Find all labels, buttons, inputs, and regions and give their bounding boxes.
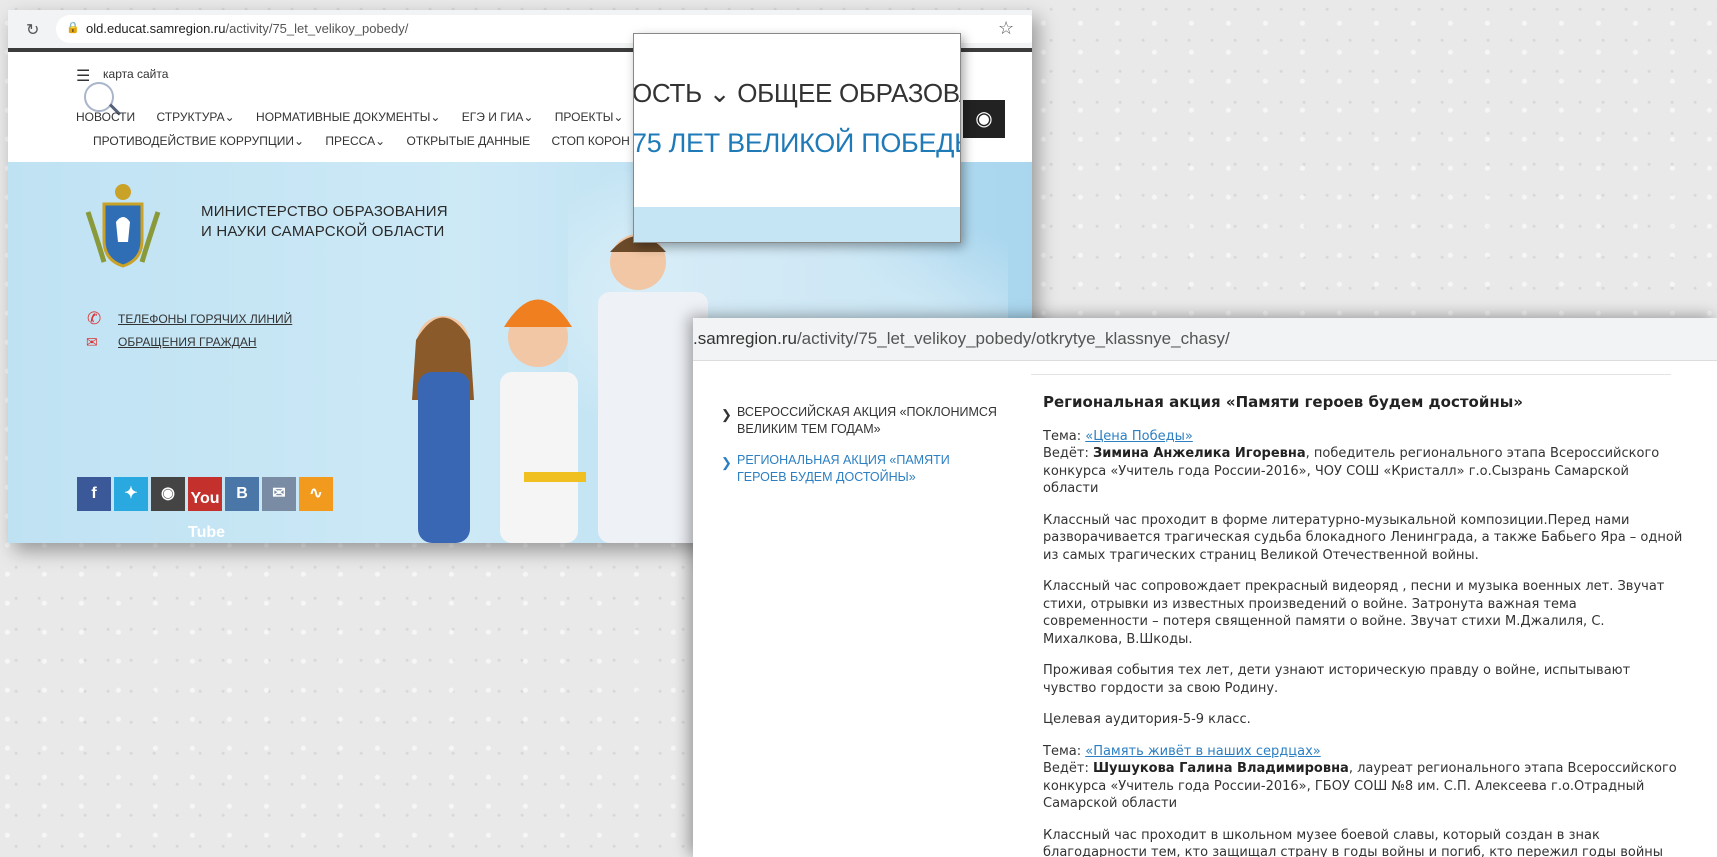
sidebar-menu: ❯ ВСЕРОССИЙСКАЯ АКЦИЯ «ПОКЛОНИМСЯ ВЕЛИКИ… bbox=[721, 404, 1001, 500]
paragraph: Классный час сопровождает прекрасный вид… bbox=[1043, 579, 1665, 647]
email-icon[interactable]: ✉ bbox=[262, 477, 296, 511]
nav-item-projects[interactable]: ПРОЕКТЫ⌄ bbox=[555, 110, 624, 124]
zoom-callout: ОСТЬ ⌄ ОБЩЕЕ ОБРАЗОВА 75 ЛЕТ ВЕЛИКОЙ ПОБ… bbox=[633, 33, 961, 243]
topic-block-1: Тема: «Цена Победы» Ведёт: Зимина Анжели… bbox=[1043, 428, 1660, 497]
address-bar-url[interactable]: .samregion.ru/activity/75_let_velikoy_po… bbox=[693, 329, 1230, 349]
twitter-icon[interactable]: ✦ bbox=[114, 477, 148, 511]
zoom-nav-text: ОСТЬ ⌄ ОБЩЕЕ ОБРАЗОВА bbox=[633, 78, 961, 108]
main-nav-row-1: НОВОСТИ СТРУКТУРА⌄ НОРМАТИВНЫЕ ДОКУМЕНТЫ… bbox=[76, 110, 641, 124]
accessibility-eye-icon[interactable]: ◉ bbox=[963, 100, 1005, 138]
lock-icon: 🔒 bbox=[66, 22, 80, 34]
coat-of-arms-icon bbox=[85, 184, 161, 268]
chevron-right-icon: ❯ bbox=[721, 455, 732, 470]
cursor-magnifier-icon bbox=[84, 82, 114, 112]
social-links: f ✦ ◉ You Tube B ✉ ∿ bbox=[77, 477, 333, 541]
nav-item-news[interactable]: НОВОСТИ bbox=[76, 110, 135, 124]
youtube-icon[interactable]: You Tube bbox=[188, 477, 225, 541]
sitemap-link[interactable]: карта сайта bbox=[103, 67, 168, 81]
paragraph: Классный час проходит в форме литературн… bbox=[1043, 512, 1683, 563]
divider bbox=[1031, 374, 1671, 375]
address-bar-url[interactable]: old.educat.samregion.ru/activity/75_let_… bbox=[86, 21, 408, 36]
class-hours-page-screenshot: .samregion.ru/activity/75_let_velikoy_po… bbox=[693, 318, 1717, 857]
topic-link-price-of-victory[interactable]: «Цена Победы» bbox=[1085, 429, 1193, 444]
nav-item-regulations[interactable]: НОРМАТИВНЫЕ ДОКУМЕНТЫ⌄ bbox=[256, 110, 440, 124]
chevron-right-icon: ❯ bbox=[721, 407, 732, 422]
nav-item-stop-corona[interactable]: СТОП КОРОН bbox=[552, 134, 630, 148]
paragraph: Классный час проходит в школьном музее б… bbox=[1043, 827, 1664, 857]
bookmark-star-icon[interactable]: ☆ bbox=[998, 18, 1014, 39]
instagram-icon[interactable]: ◉ bbox=[151, 477, 185, 511]
article-content: Региональная акция «Памяти героев будем … bbox=[1043, 393, 1683, 857]
paragraph: Целевая аудитория-5-9 класс. bbox=[1043, 712, 1251, 727]
paragraph: Проживая события тех лет, дети узнают ис… bbox=[1043, 663, 1631, 696]
article-heading: Региональная акция «Памяти героев будем … bbox=[1043, 393, 1523, 411]
zoom-hero-strip bbox=[634, 207, 960, 242]
citizen-appeals-link[interactable]: ОБРАЩЕНИЯ ГРАЖДАН bbox=[118, 335, 257, 349]
nav-item-anticorruption[interactable]: ПРОТИВОДЕЙСТВИЕ КОРРУПЦИИ⌄ bbox=[93, 134, 304, 148]
reload-icon[interactable]: ↻ bbox=[26, 20, 39, 40]
address-bar[interactable]: .samregion.ru/activity/75_let_velikoy_po… bbox=[693, 318, 1717, 361]
vkontakte-icon[interactable]: B bbox=[225, 477, 259, 511]
topic-link-memory-lives[interactable]: «Память живёт в наших сердцах» bbox=[1085, 744, 1321, 759]
zoom-active-section[interactable]: 75 ЛЕТ ВЕЛИКОЙ ПОБЕДЫ bbox=[634, 128, 960, 159]
main-nav-row-2: ПРОТИВОДЕЙСТВИЕ КОРРУПЦИИ⌄ ПРЕССА⌄ ОТКРЫ… bbox=[93, 134, 648, 148]
sidebar-item-regionalnaya[interactable]: ❯ РЕГИОНАЛЬНАЯ АКЦИЯ «ПАМЯТИ ГЕРОЕВ БУДЕ… bbox=[721, 452, 1001, 486]
nav-item-structure[interactable]: СТРУКТУРА⌄ bbox=[157, 110, 235, 124]
envelope-icon: ✉ bbox=[86, 334, 98, 350]
hamburger-menu-icon[interactable]: ☰ bbox=[76, 66, 90, 86]
phone-icon: ✆ bbox=[87, 309, 102, 328]
hotline-phones-link[interactable]: ТЕЛЕФОНЫ ГОРЯЧИХ ЛИНИЙ bbox=[118, 312, 292, 326]
nav-item-exams[interactable]: ЕГЭ И ГИА⌄ bbox=[462, 110, 534, 124]
teacher-name: Шушукова Галина Владимировна bbox=[1093, 761, 1349, 776]
facebook-icon[interactable]: f bbox=[77, 477, 111, 511]
teacher-name: Зимина Анжелика Игоревна bbox=[1093, 446, 1306, 461]
nav-item-open-data[interactable]: ОТКРЫТЫЕ ДАННЫЕ bbox=[407, 134, 531, 148]
rss-icon[interactable]: ∿ bbox=[299, 477, 333, 511]
children-illustration bbox=[412, 234, 708, 543]
nav-item-press[interactable]: ПРЕССА⌄ bbox=[325, 134, 385, 148]
sidebar-item-vserossiyskaya[interactable]: ❯ ВСЕРОССИЙСКАЯ АКЦИЯ «ПОКЛОНИМСЯ ВЕЛИКИ… bbox=[721, 404, 1001, 438]
topic-block-2: Тема: «Память живёт в наших сердцах» Вед… bbox=[1043, 743, 1677, 812]
